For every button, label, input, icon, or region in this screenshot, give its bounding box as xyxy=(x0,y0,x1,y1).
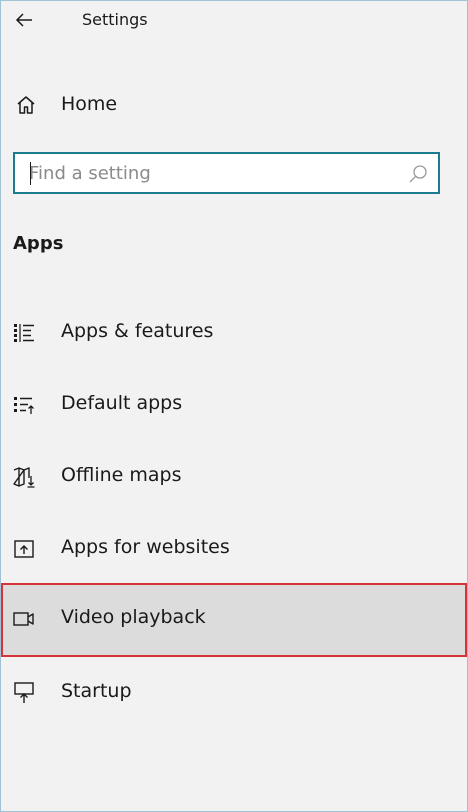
home-icon xyxy=(17,96,35,114)
apps-websites-icon xyxy=(14,540,34,558)
section-heading: Apps xyxy=(13,233,64,254)
nav-item-label: Apps & features xyxy=(61,320,214,342)
nav-item-label: Offline maps xyxy=(61,464,182,486)
window-title: Settings xyxy=(82,10,148,29)
nav-item-offline-maps[interactable]: Offline maps xyxy=(1,441,467,513)
settings-window: Settings Home Apps Apps & features xyxy=(0,0,468,812)
nav-item-label: Startup xyxy=(61,680,132,702)
nav-item-startup[interactable]: Startup xyxy=(1,657,467,729)
back-arrow-icon xyxy=(15,13,32,27)
text-caret xyxy=(30,162,31,185)
search-box[interactable] xyxy=(13,152,440,194)
nav-item-label: Default apps xyxy=(61,392,183,414)
nav-item-apps-for-websites[interactable]: Apps for websites xyxy=(1,513,467,585)
startup-icon xyxy=(14,682,34,703)
search-input[interactable] xyxy=(29,159,399,187)
nav-item-video-playback[interactable]: Video playback xyxy=(1,583,467,657)
search-icon[interactable] xyxy=(406,162,430,186)
nav-item-apps-features[interactable]: Apps & features xyxy=(1,297,467,369)
nav-item-label: Video playback xyxy=(61,606,206,628)
back-button[interactable] xyxy=(9,5,39,35)
nav-item-label: Apps for websites xyxy=(61,536,230,558)
video-playback-icon xyxy=(13,612,34,626)
title-bar: Settings xyxy=(1,1,467,41)
nav-item-default-apps[interactable]: Default apps xyxy=(1,369,467,441)
apps-features-icon xyxy=(14,324,34,342)
default-apps-icon xyxy=(14,397,34,414)
home-nav-item[interactable]: Home xyxy=(1,81,467,129)
home-label: Home xyxy=(61,93,118,115)
offline-maps-icon xyxy=(13,467,35,488)
